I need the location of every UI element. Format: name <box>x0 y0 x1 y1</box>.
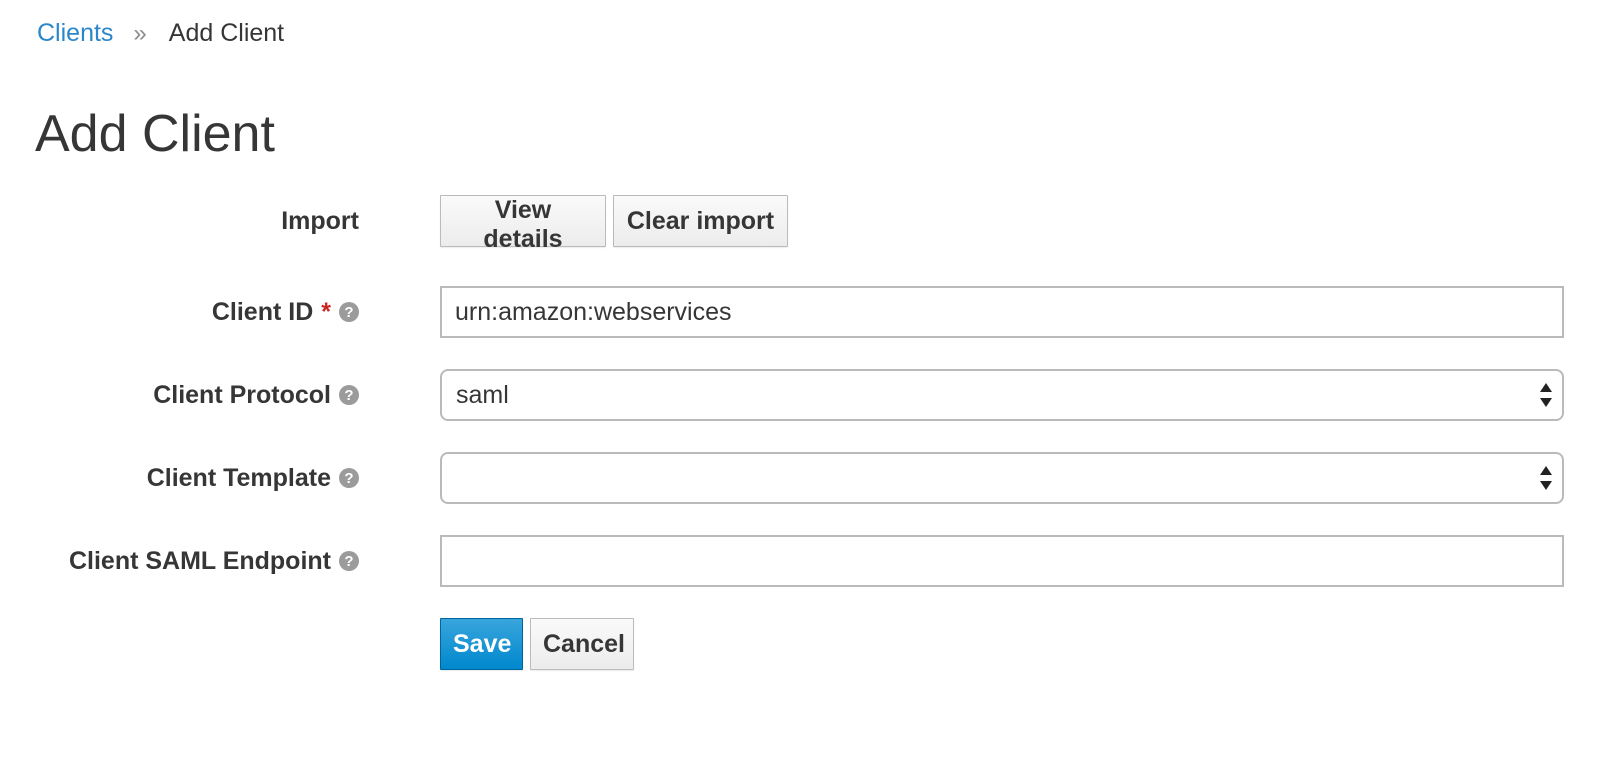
import-label-text: Import <box>281 206 359 235</box>
client-id-label: Client ID * ? <box>212 286 359 338</box>
client-saml-endpoint-input[interactable] <box>440 535 1564 587</box>
client-id-label-text: Client ID <box>211 297 314 326</box>
breadcrumb-separator: » <box>133 20 147 47</box>
breadcrumb-current: Add Client <box>168 18 285 47</box>
breadcrumb-clients-link[interactable]: Clients <box>37 19 113 48</box>
client-saml-endpoint-label: Client SAML Endpoint ? <box>69 535 359 587</box>
client-saml-endpoint-label-text: Client SAML Endpoint <box>68 546 331 575</box>
required-marker: * <box>321 297 331 326</box>
breadcrumb: Clients » Add Client <box>37 16 284 50</box>
client-template-label-text: Client Template <box>146 463 331 492</box>
page-title: Add Client <box>35 105 275 163</box>
question-circle-icon[interactable]: ? <box>339 302 359 322</box>
import-row: Import View details Clear import <box>0 195 1620 253</box>
client-protocol-selected-value: saml <box>456 380 509 409</box>
view-details-button[interactable]: View details <box>440 195 606 253</box>
form-actions: Save Cancel <box>0 618 1620 670</box>
client-id-row: Client ID * ? <box>0 286 1620 338</box>
client-template-label: Client Template ? <box>147 452 359 504</box>
question-circle-icon[interactable]: ? <box>339 385 359 405</box>
client-protocol-label-text: Client Protocol <box>153 380 331 409</box>
client-id-input[interactable] <box>440 286 1564 338</box>
cancel-button[interactable]: Cancel <box>530 618 634 670</box>
save-button[interactable]: Save <box>440 618 523 670</box>
clear-import-button[interactable]: Clear import <box>613 195 788 247</box>
question-circle-icon[interactable]: ? <box>339 551 359 571</box>
client-protocol-select[interactable]: saml <box>440 369 1564 421</box>
client-protocol-label: Client Protocol ? <box>153 369 359 421</box>
client-template-row: Client Template ? <box>0 452 1620 504</box>
client-protocol-row: Client Protocol ? saml <box>0 369 1620 421</box>
import-label: Import <box>281 195 359 247</box>
select-arrows-icon <box>1540 383 1552 407</box>
client-template-select[interactable] <box>440 452 1564 504</box>
question-circle-icon[interactable]: ? <box>339 468 359 488</box>
select-arrows-icon <box>1540 466 1552 490</box>
client-saml-endpoint-row: Client SAML Endpoint ? <box>0 535 1620 587</box>
